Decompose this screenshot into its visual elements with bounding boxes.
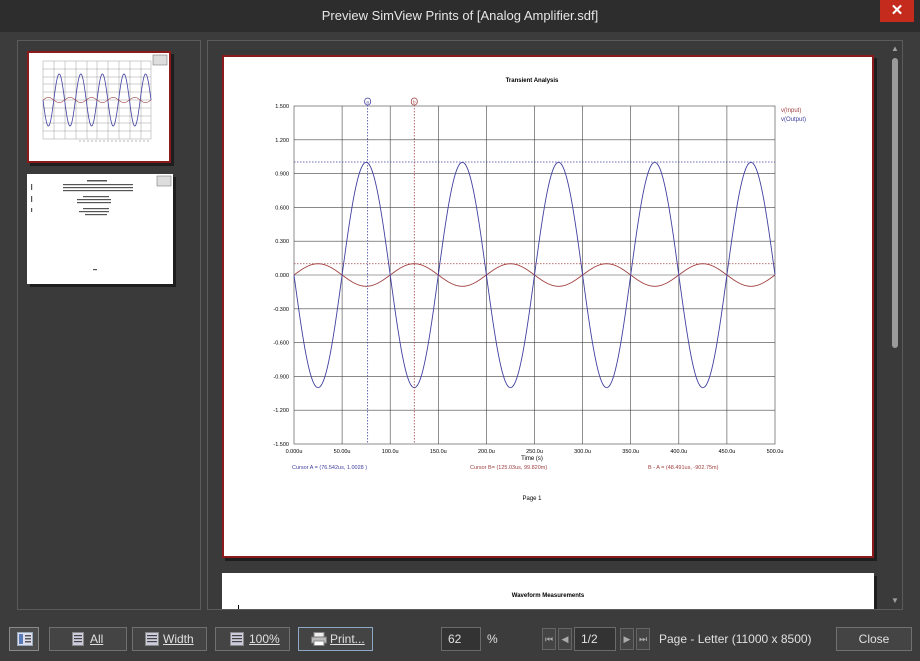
bottom-toolbar: All Width 100% Print... 62 % ⏮ ◀ 1/2 ▶ ⏭… xyxy=(0,618,920,661)
chart-title: Transient Analysis xyxy=(506,78,559,84)
page-thumbnail-1[interactable] xyxy=(27,51,171,163)
cursor-a-readout: Cursor A = (76.542us, 1.0028 ) xyxy=(292,465,367,471)
y-tick-label: 0.600 xyxy=(275,205,289,211)
x-axis-label: Time (s) xyxy=(521,456,543,462)
page-preview-area[interactable]: Transient Analysis 1.500 1.200 0.900 0.600 0… xyxy=(207,40,903,610)
preview-window: Preview SimView Prints of [Analog Amplif… xyxy=(0,0,920,661)
window-title: Preview SimView Prints of [Analog Amplif… xyxy=(321,8,599,23)
x-tick-label: 150.0u xyxy=(430,449,447,455)
legend-output: v(Output) xyxy=(781,117,806,123)
y-tick-label: 1.500 xyxy=(275,104,289,110)
window-close-button[interactable]: ✕ xyxy=(880,0,914,22)
y-tick-label: 1.200 xyxy=(275,138,289,144)
x-tick-label: 0.000u xyxy=(286,449,303,455)
fit-width-label: Width xyxy=(163,632,194,646)
x-tick-label: 300.0u xyxy=(574,449,591,455)
x-tick-label: 250.0u xyxy=(526,449,543,455)
x-tick-label: 100.0u xyxy=(382,449,399,455)
x-tick-labels: 0.000u 50.00u 100.0u 150.0u 200.0u 250.0u 300.… xyxy=(286,449,784,455)
page-width-icon xyxy=(145,632,159,646)
y-tick-label: 0.000 xyxy=(275,273,289,279)
x-tick-label: 400.0u xyxy=(670,449,687,455)
next-page-button[interactable]: ▶ xyxy=(620,628,634,650)
page-size-info: Page - Letter (11000 x 8500) xyxy=(659,632,812,646)
title-bar: Preview SimView Prints of [Analog Amplif… xyxy=(0,0,920,32)
print-button[interactable]: Print... xyxy=(298,627,373,651)
fit-all-label: All xyxy=(90,632,104,646)
page-icon xyxy=(72,632,84,646)
print-label: Print... xyxy=(330,632,365,646)
first-page-button[interactable]: ⏮ xyxy=(542,628,556,650)
page-number: Page 1 xyxy=(522,496,542,502)
last-page-button[interactable]: ⏭ xyxy=(636,628,650,650)
y-tick-labels: 1.500 1.200 0.900 0.600 0.300 0.000 -0.300 -0.6… xyxy=(273,104,289,448)
x-tick-label: 450.0u xyxy=(718,449,735,455)
y-tick-label: -1.200 xyxy=(273,408,289,414)
page2-title: Waveform Measurements xyxy=(511,593,585,599)
page2-mark xyxy=(238,605,239,609)
x-tick-label: 350.0u xyxy=(622,449,639,455)
preview-page-1: Transient Analysis 1.500 1.200 0.900 0.600 0… xyxy=(222,55,874,558)
close-button[interactable]: Close xyxy=(836,627,912,651)
y-tick-label: -0.600 xyxy=(273,341,289,347)
previous-page-button[interactable]: ◀ xyxy=(558,628,572,650)
x-tick-label: 200.0u xyxy=(478,449,495,455)
thumbnail-2-content xyxy=(31,175,172,271)
page-number-field[interactable]: 1/2 xyxy=(574,627,616,651)
delta-readout: B - A = (48.491us, -902.75m) xyxy=(648,465,719,471)
zoom-100-button[interactable]: 100% xyxy=(215,627,290,651)
y-tick-label: -1.500 xyxy=(273,442,289,448)
y-tick-label: -0.300 xyxy=(273,307,289,313)
transient-analysis-chart: Transient Analysis 1.500 1.200 0.900 0.600 0… xyxy=(273,78,806,502)
x-tick-label: 50.00u xyxy=(334,449,351,455)
zoom-percent-field[interactable]: 62 xyxy=(441,627,481,651)
scroll-up-arrow-icon[interactable]: ▲ xyxy=(888,43,902,55)
printer-icon xyxy=(311,632,327,646)
x-tick-label: 500.0u xyxy=(767,449,784,455)
thumbnail-1-chart xyxy=(42,54,168,142)
cursor-b-readout: Cursor B= (125.03us, 99.820m) xyxy=(470,465,547,471)
preview-vertical-scrollbar[interactable]: ▲ ▼ xyxy=(888,41,902,609)
zoom-100-label: 100% xyxy=(249,632,280,646)
page-thumbnail-2[interactable] xyxy=(27,174,173,284)
thumbnails-icon xyxy=(17,632,33,646)
preview-page-2: Waveform Measurements xyxy=(222,573,874,609)
toggle-thumbnails-button[interactable] xyxy=(9,627,39,651)
actual-size-icon xyxy=(230,632,244,646)
fit-all-button[interactable]: All xyxy=(49,627,127,651)
legend-input: v(Input) xyxy=(781,108,801,114)
zoom-percent-unit: % xyxy=(487,632,498,646)
scroll-down-arrow-icon[interactable]: ▼ xyxy=(888,595,902,607)
y-tick-label: 0.900 xyxy=(275,172,289,178)
fit-width-button[interactable]: Width xyxy=(132,627,207,651)
y-tick-label: 0.300 xyxy=(275,239,289,245)
thumbnail-panel xyxy=(17,40,201,610)
y-tick-label: -0.900 xyxy=(273,374,289,380)
scrollbar-thumb[interactable] xyxy=(892,58,898,348)
